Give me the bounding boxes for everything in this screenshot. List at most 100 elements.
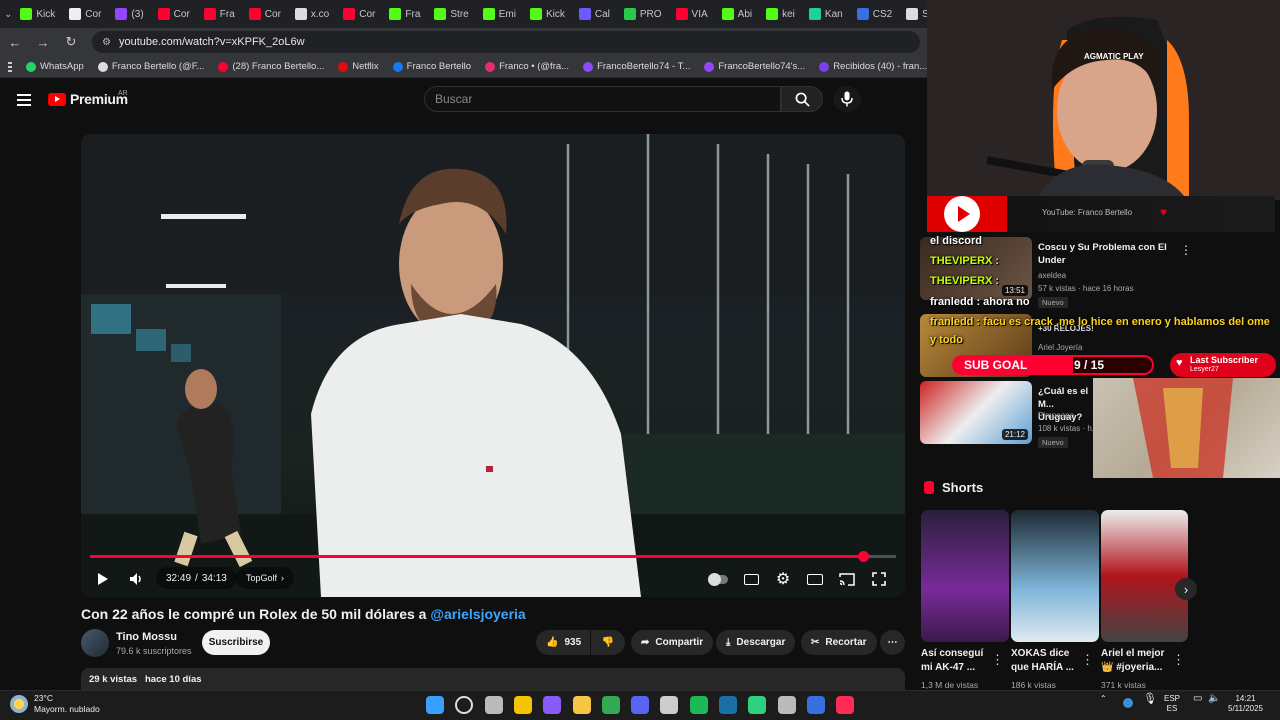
recommendation-channel[interactable]: Ariel Joyería — [1038, 343, 1082, 352]
app-icon[interactable] — [806, 696, 825, 714]
browser-tab[interactable]: x.co — [289, 3, 335, 25]
browser-tab[interactable]: Abi — [716, 3, 758, 25]
autoplay-toggle[interactable] — [706, 566, 730, 592]
apps-icon[interactable] — [8, 61, 12, 72]
fullscreen-button[interactable] — [867, 566, 891, 592]
clip-button[interactable]: ✂ Recortar — [801, 630, 877, 655]
more-vertical-icon[interactable]: ⋮ — [1081, 652, 1094, 668]
app-icon[interactable] — [777, 696, 796, 714]
more-vertical-icon[interactable]: ⋮ — [1180, 243, 1192, 257]
browser-tab[interactable]: Kick — [524, 3, 571, 25]
bookmark-item[interactable]: FrancoBertello74's... — [704, 61, 805, 72]
chapter-button[interactable]: TopGolf › — [236, 567, 295, 589]
youtube-premium-logo[interactable]: Premium — [48, 91, 128, 107]
browser-tab[interactable]: kei — [760, 3, 801, 25]
browser-tab[interactable]: Stre — [428, 3, 474, 25]
site-info-icon[interactable]: ⚙ — [102, 37, 111, 48]
bookmark-item[interactable]: WhatsApp — [26, 61, 84, 72]
app-icon[interactable] — [660, 696, 679, 714]
shorts-next-button[interactable]: › — [1175, 578, 1197, 600]
bookmark-item[interactable]: Franco • (@fra... — [485, 61, 569, 72]
browser-tab[interactable]: Cor — [337, 3, 381, 25]
tab-list-icon[interactable]: ⌄ — [4, 9, 12, 20]
recommendation-title[interactable]: Coscu y Su Problema con El Under — [1038, 241, 1178, 267]
dislike-button[interactable]: 👎 — [591, 630, 625, 655]
like-button[interactable]: 👍 935 — [536, 630, 590, 655]
discord-icon[interactable] — [631, 696, 650, 714]
clock[interactable]: 14:21 5/11/2025 — [1228, 694, 1263, 714]
search-button[interactable] — [781, 86, 823, 112]
more-vertical-icon[interactable]: ⋮ — [991, 652, 1004, 668]
browser-tab[interactable]: PRO — [618, 3, 668, 25]
bookmark-item[interactable]: Franco Bertello — [392, 61, 471, 72]
browser-tab[interactable]: (3) — [109, 3, 149, 25]
short-title[interactable]: Así conseguí mi AK-47 ... — [921, 647, 993, 675]
browser-tab[interactable]: Cor — [63, 3, 107, 25]
browser-tab[interactable]: Skin — [900, 3, 928, 25]
more-actions-button[interactable]: ⋯ — [880, 630, 905, 655]
progress-bar[interactable] — [90, 551, 896, 562]
volume-button[interactable] — [125, 566, 149, 592]
browser-tab[interactable]: Kick — [14, 3, 61, 25]
browser-tab[interactable]: CS2 — [851, 3, 898, 25]
file-explorer-icon[interactable] — [572, 696, 591, 714]
recommendation-thumbnail[interactable]: 21:12 — [920, 381, 1032, 444]
theater-mode-button[interactable] — [803, 566, 827, 592]
bookmark-item[interactable]: Franco Bertello (@F... — [97, 61, 204, 72]
voice-search-button[interactable] — [833, 86, 861, 112]
more-vertical-icon[interactable]: ⋮ — [1172, 652, 1185, 668]
browser-tab[interactable]: Fra — [383, 3, 426, 25]
chrome-icon[interactable] — [601, 696, 620, 714]
menu-icon[interactable] — [17, 94, 31, 106]
short-thumbnail[interactable] — [921, 510, 1009, 642]
short-thumbnail[interactable] — [1101, 510, 1188, 642]
spotify-icon[interactable] — [689, 696, 708, 714]
subtitles-button[interactable] — [739, 566, 763, 592]
start-icon[interactable] — [426, 696, 444, 714]
recommendation-channel[interactable]: Pimpeano — [1038, 411, 1074, 420]
play-button[interactable] — [91, 566, 115, 592]
description-box[interactable]: 29 k vistas hace 10 días — [81, 668, 905, 690]
forward-icon[interactable]: → — [36, 35, 50, 50]
weather-widget[interactable]: 23°C Mayorm. nublado — [10, 693, 100, 715]
recommendation-channel[interactable]: axeldea — [1038, 271, 1066, 280]
app-icon[interactable] — [543, 696, 562, 714]
url-field[interactable]: ⚙ youtube.com/watch?v=xKPFK_2oL6w — [92, 31, 920, 53]
scrubber-handle[interactable] — [857, 551, 869, 562]
download-button[interactable]: ⤓ Descargar — [716, 630, 796, 655]
short-title[interactable]: Ariel el mejor 👑 #joyeria... — [1101, 647, 1173, 675]
settings-button[interactable]: ⚙ — [771, 566, 795, 592]
task-view-icon[interactable] — [484, 696, 503, 714]
channel-avatar[interactable] — [81, 629, 109, 657]
browser-tab[interactable]: Fra — [198, 3, 241, 25]
steam-icon[interactable] — [719, 696, 737, 714]
bookmark-item[interactable]: Netflix — [338, 61, 379, 72]
app-icon[interactable] — [748, 696, 767, 714]
search-input[interactable]: Buscar — [424, 86, 781, 112]
chevron-up-icon[interactable]: ⌃ — [1100, 694, 1107, 704]
title-mention-link[interactable]: @arielsjoyeria — [430, 606, 525, 622]
cast-button[interactable] — [835, 566, 859, 592]
browser-tab[interactable]: Cal — [573, 3, 616, 25]
bookmark-item[interactable]: FrancoBertello74 - T... — [583, 61, 690, 72]
browser-tab[interactable]: VIA — [670, 3, 714, 25]
network-icon[interactable]: ▭ — [1193, 694, 1202, 704]
store-icon[interactable] — [513, 696, 532, 714]
microphone-tray-icon[interactable]: 🎙 — [1143, 694, 1157, 705]
bookmark-item[interactable]: Recibidos (40) - fran... — [819, 61, 927, 72]
reload-icon[interactable]: ↻ — [64, 34, 78, 50]
bookmark-item[interactable]: (28) Franco Bertello... — [218, 61, 324, 72]
cloud-icon[interactable] — [1123, 698, 1133, 708]
subscribe-button[interactable]: Suscribirse — [202, 630, 270, 655]
share-button[interactable]: ➦ Compartir — [631, 630, 714, 655]
tiktok-icon[interactable] — [836, 696, 855, 714]
video-player[interactable]: 32:49 / 34:13 TopGolf › ⚙ — [81, 134, 905, 597]
back-icon[interactable]: ← — [8, 35, 22, 50]
channel-name[interactable]: Tino Mossu — [116, 631, 177, 643]
browser-tab[interactable]: Emi — [477, 3, 522, 25]
browser-tab[interactable]: Cor — [243, 3, 287, 25]
language-indicator[interactable]: ESP ES — [1164, 694, 1180, 714]
speaker-icon[interactable]: 🔈 — [1208, 694, 1220, 704]
browser-tab[interactable]: Cor — [152, 3, 196, 25]
short-title[interactable]: XOKAS dice que HARÍA ... — [1011, 647, 1083, 675]
